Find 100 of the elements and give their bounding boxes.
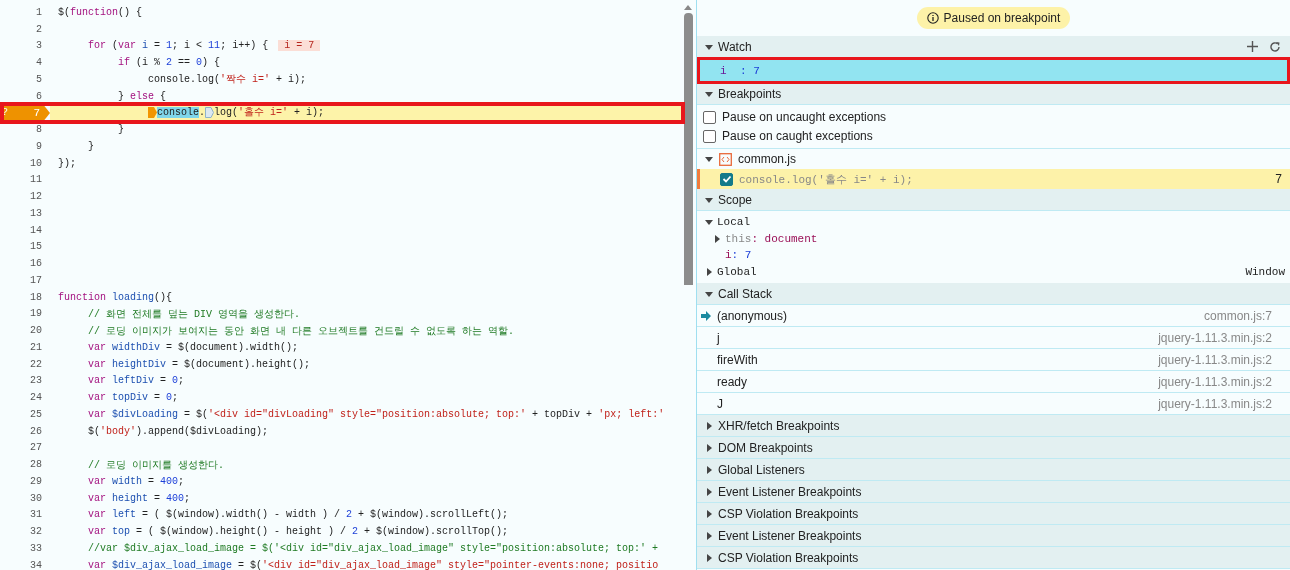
panel-header[interactable]: Call Stack bbox=[697, 283, 1290, 305]
code-line: var height = 400; bbox=[88, 492, 191, 504]
stack-frame[interactable]: fireWith jquery-1.11.3.min.js:2 bbox=[697, 349, 1290, 371]
panel-title: Breakpoints bbox=[718, 86, 782, 101]
line-number: 32 bbox=[30, 526, 42, 538]
info-icon bbox=[926, 12, 939, 24]
variable: i: 7 bbox=[725, 249, 752, 261]
line-number: 23 bbox=[30, 375, 42, 387]
panel-title: XHR/fetch Breakpoints bbox=[718, 418, 840, 433]
line-number: 15 bbox=[30, 241, 42, 253]
line-number: 28 bbox=[30, 459, 42, 471]
current-frame-arrow-icon bbox=[701, 310, 711, 321]
panel-header[interactable]: DOM Breakpoints bbox=[697, 437, 1290, 459]
line-number: 26 bbox=[30, 425, 42, 437]
option-label[interactable]: Pause on uncaught exceptions bbox=[722, 110, 887, 124]
code-line: var heightDiv = $(document).height(); bbox=[88, 358, 311, 370]
panel-header[interactable]: Scope bbox=[697, 189, 1290, 211]
code-line: for (var i = 1; i < 11; i++) { bbox=[88, 40, 269, 52]
panel-title: Scope bbox=[718, 192, 753, 207]
expanded-triangle-icon[interactable] bbox=[705, 89, 713, 98]
code-line: } else { bbox=[118, 90, 167, 102]
line-number: 6 bbox=[36, 90, 42, 102]
line-number: 27 bbox=[30, 442, 42, 454]
panel-title: Watch bbox=[718, 39, 752, 54]
option-label[interactable]: Pause on caught exceptions bbox=[722, 129, 873, 143]
expanded-triangle-icon[interactable] bbox=[705, 289, 713, 298]
scope-name[interactable]: Global bbox=[717, 266, 757, 278]
line-number: 18 bbox=[30, 291, 42, 303]
code-line: } bbox=[118, 124, 124, 136]
code-line: //var $div_ajax_load_image = $('<div id="div_ajax_load_image" style="position:absolute; top:' + bbox=[88, 542, 659, 554]
line-number: 33 bbox=[30, 542, 42, 554]
collapsed-triangle-icon[interactable] bbox=[705, 509, 713, 518]
collapsed-triangle-icon[interactable] bbox=[705, 553, 713, 562]
breakpoint-entry[interactable]: console.log('홀수 i=' + i); 7 bbox=[697, 169, 1290, 189]
line-number: 1 bbox=[36, 6, 42, 18]
panel-header[interactable]: Event Listener Breakpoints bbox=[697, 525, 1290, 547]
line-number: 22 bbox=[30, 358, 42, 370]
collapsed-triangle-icon[interactable] bbox=[705, 268, 713, 276]
line-number: 17 bbox=[30, 274, 42, 286]
line-number: 25 bbox=[30, 408, 42, 420]
code-line: var $div_ajax_load_image = $('<div id="div_ajax_load_image" style="pointer-events:none; positio bbox=[88, 559, 659, 570]
collapsed-triangle-icon[interactable] bbox=[713, 235, 721, 243]
panel-header[interactable]: Breakpoints bbox=[697, 83, 1290, 105]
code-line: var left = ( $(window).width() - width ) / 2 + $(window).scrollLeft(); bbox=[88, 509, 509, 521]
refresh-icon[interactable] bbox=[1269, 40, 1281, 53]
line-number: 8 bbox=[36, 124, 42, 136]
code-line: var widthDiv = $(document).width(); bbox=[88, 341, 299, 353]
collapsed-triangle-icon[interactable] bbox=[705, 487, 713, 496]
collapsed-triangle-icon[interactable] bbox=[705, 465, 713, 474]
line-number: 29 bbox=[30, 475, 42, 487]
panel-title: Call Stack bbox=[718, 286, 773, 301]
panel-header[interactable]: CSP Violation Breakpoints bbox=[697, 547, 1290, 569]
line-number: 5 bbox=[36, 73, 42, 85]
line-number: 2 bbox=[36, 23, 42, 35]
code-line: var leftDiv = 0; bbox=[88, 375, 185, 387]
inline-value: i = 7 bbox=[278, 40, 321, 52]
stack-frame[interactable]: j jquery-1.11.3.min.js:2 bbox=[697, 327, 1290, 349]
code-line: // 로딩 이미지를 생성한다. bbox=[88, 458, 224, 472]
line-number: 14 bbox=[30, 224, 42, 236]
scope-value: Window bbox=[1245, 266, 1285, 278]
breakpoint-code: console.log('홀수 i=' + i); bbox=[739, 172, 914, 187]
line-number: 10 bbox=[30, 157, 42, 169]
code-line: } bbox=[88, 140, 94, 152]
code-line: // 로딩 이미지가 보여지는 동안 화면 내 다른 오브젝트를 건드릴 수 없도록 하는 역할. bbox=[88, 324, 514, 338]
code-line: $('body').append($divLoading); bbox=[88, 425, 269, 437]
line-number: 12 bbox=[30, 191, 42, 203]
collapsed-triangle-icon[interactable] bbox=[705, 531, 713, 540]
add-icon[interactable] bbox=[1247, 40, 1258, 52]
status-text: Paused on breakpoint bbox=[943, 11, 1061, 25]
stack-frame[interactable]: ready jquery-1.11.3.min.js:2 bbox=[697, 371, 1290, 393]
line-number: 21 bbox=[30, 341, 42, 353]
watch-expression[interactable]: i : 7 bbox=[700, 60, 1287, 81]
expanded-triangle-icon[interactable] bbox=[705, 155, 713, 163]
expanded-triangle-icon[interactable] bbox=[705, 195, 713, 204]
line-number: 7 bbox=[1275, 172, 1282, 186]
checkbox[interactable] bbox=[720, 172, 733, 186]
code-line: if (i % 2 == 0) { bbox=[118, 57, 221, 69]
code-line: // 화면 전체를 덮는 DIV 영역을 생성한다. bbox=[88, 307, 300, 321]
line-number: 11 bbox=[30, 174, 42, 186]
panel-header[interactable]: Watch bbox=[697, 36, 1290, 58]
file-name[interactable]: common.js bbox=[738, 152, 796, 166]
line-number: 9 bbox=[36, 140, 42, 152]
panel-header[interactable]: Event Listener Breakpoints bbox=[697, 481, 1290, 503]
expanded-triangle-icon[interactable] bbox=[705, 218, 713, 226]
checkbox[interactable] bbox=[703, 110, 716, 124]
variable: this: document bbox=[725, 233, 818, 245]
panel-header[interactable]: Global Listeners bbox=[697, 459, 1290, 481]
code-line: var top = ( $(window).height() - height ) / 2 + $(window).scrollTop(); bbox=[88, 526, 509, 538]
scope-name[interactable]: Local bbox=[717, 216, 750, 228]
panel-title: Event Listener Breakpoints bbox=[718, 528, 862, 543]
panel-header[interactable]: CSP Violation Breakpoints bbox=[697, 503, 1290, 525]
scroll-up-arrow-icon[interactable] bbox=[684, 4, 692, 10]
code-line: console.log('짝수 i=' + i); bbox=[148, 73, 307, 87]
expanded-triangle-icon[interactable] bbox=[705, 42, 713, 51]
line-number: 16 bbox=[30, 258, 42, 270]
collapsed-triangle-icon[interactable] bbox=[705, 443, 713, 452]
code-line: console. log('홀수 i=' + i); bbox=[148, 105, 325, 120]
panel-header[interactable]: XHR/fetch Breakpoints bbox=[697, 415, 1290, 437]
collapsed-triangle-icon[interactable] bbox=[705, 421, 713, 430]
checkbox[interactable] bbox=[703, 129, 716, 143]
